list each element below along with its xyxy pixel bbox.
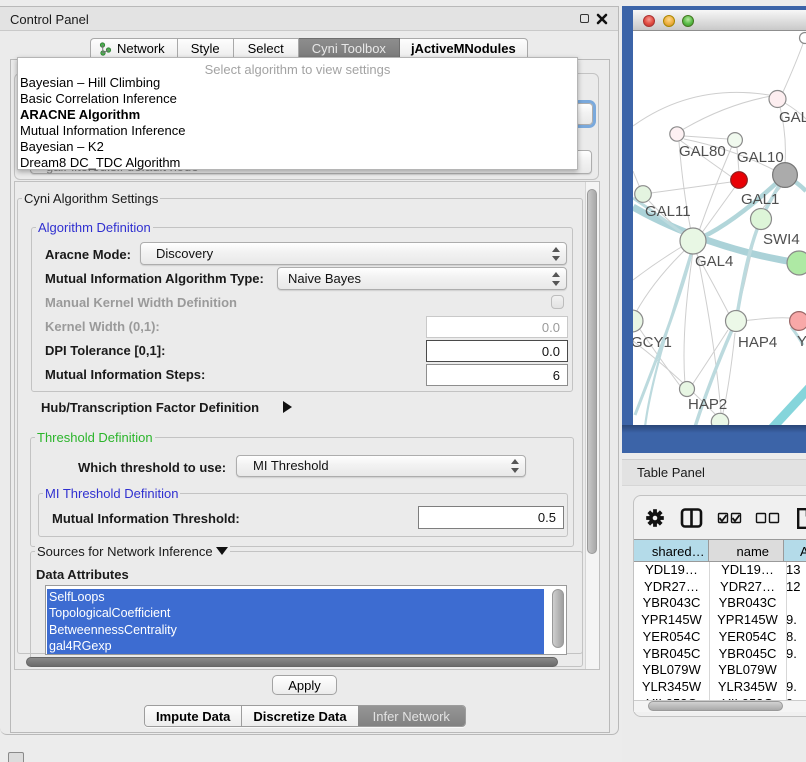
svg-text:HAP2: HAP2 [688,396,727,413]
svg-text:GAL11: GAL11 [645,203,691,220]
svg-text:GCY1: GCY1 [633,334,672,351]
svg-text:GAL10: GAL10 [737,149,784,166]
svg-text:GAL2: GAL2 [779,109,806,126]
svg-text:SWI4: SWI4 [763,231,800,248]
svg-text:GAL1: GAL1 [741,191,779,208]
svg-text:GAL4: GAL4 [695,253,733,270]
svg-text:HAP4: HAP4 [738,334,777,351]
svg-text:Y: Y [797,333,806,350]
svg-text:GAL80: GAL80 [679,143,726,160]
